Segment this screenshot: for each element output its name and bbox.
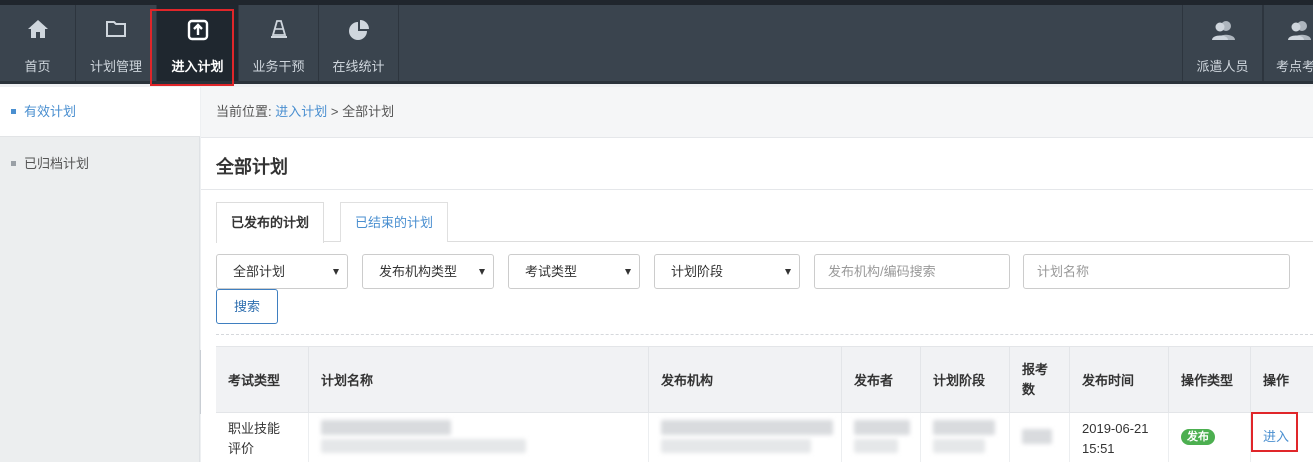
plan-name-input[interactable]: 计划名称 — [1023, 254, 1290, 289]
redacted-text — [1022, 429, 1052, 444]
sidebar-item-archived-plans[interactable]: 已归档计划 — [0, 139, 200, 189]
plan-stage-cell — [920, 413, 1009, 462]
caret-down-icon — [479, 269, 485, 275]
select-value: 考试类型 — [525, 264, 578, 279]
select-value: 发布机构类型 — [379, 264, 458, 279]
nav-item-plan-management[interactable]: 计划管理 — [76, 5, 157, 81]
sidebar: 有效计划 已归档计划 — [0, 87, 200, 462]
breadcrumb-prefix: 当前位置: — [216, 104, 272, 119]
page-title: 全部计划 — [216, 157, 288, 177]
redacted-text — [854, 420, 910, 435]
tab-ended-plans[interactable]: 已结束的计划 — [340, 202, 449, 242]
nav-item-label: 考点考 — [1276, 59, 1313, 74]
tab-published-plans[interactable]: 已发布的计划 — [216, 202, 325, 243]
column-header: 发布时间 — [1069, 347, 1168, 412]
column-header: 报考数 — [1009, 347, 1069, 412]
column-header: 发布机构 — [648, 347, 841, 412]
nav-item-label: 派遣人员 — [1196, 59, 1249, 74]
caret-down-icon — [333, 269, 339, 275]
nav-item-online-statistics[interactable]: 在线统计 — [319, 5, 399, 81]
cone-icon — [239, 19, 318, 41]
column-header: 操作 — [1250, 347, 1313, 412]
redacted-text — [933, 439, 985, 453]
highlight-box — [1251, 412, 1298, 452]
breadcrumb: 当前位置: 进入计划 > 全部计划 — [201, 87, 1313, 138]
redacted-text — [854, 439, 898, 453]
nav-item-label: 在线统计 — [332, 59, 385, 74]
plan-name-cell — [308, 413, 648, 462]
nav-item-business-intervention[interactable]: 业务干预 — [239, 5, 319, 81]
breadcrumb-separator: > — [330, 104, 339, 119]
org-search-input[interactable]: 发布机构/编码搜索 — [814, 254, 1010, 289]
column-header: 计划阶段 — [920, 347, 1009, 412]
redacted-text — [661, 420, 833, 435]
caret-down-icon — [625, 269, 631, 275]
breadcrumb-link[interactable]: 进入计划 — [275, 104, 327, 119]
exam-type-value: 职业技能评价 — [228, 421, 281, 456]
home-icon — [0, 19, 75, 41]
users-icon — [1183, 19, 1262, 41]
nav-item-label: 计划管理 — [89, 59, 142, 74]
plan-scope-select[interactable]: 全部计划 — [216, 254, 348, 289]
plan-stage-select[interactable]: 计划阶段 — [654, 254, 800, 289]
table-row: 职业技能评价 2019-06-21 15:51 发布 进入 — [216, 413, 1313, 462]
nav-item-home[interactable]: 首页 — [0, 5, 76, 81]
nav-item-label: 首页 — [24, 59, 51, 74]
publisher-cell — [841, 413, 920, 462]
exam-type-select[interactable]: 考试类型 — [508, 254, 640, 289]
org-cell — [648, 413, 841, 462]
folder-icon — [76, 19, 156, 41]
pie-chart-icon — [319, 19, 398, 41]
column-header-label: 报考数 — [1022, 361, 1049, 397]
table-header: 考试类型 计划名称 发布机构 发布者 计划阶段 报考数 发布时间 操作类型 操作 — [216, 346, 1313, 413]
sidebar-item-label: 已归档计划 — [24, 156, 90, 171]
dashed-divider — [216, 334, 1313, 335]
select-value: 全部计划 — [233, 264, 286, 279]
op-type-cell: 发布 — [1168, 413, 1250, 462]
redacted-text — [321, 439, 526, 453]
bullet-icon — [11, 161, 16, 166]
sidebar-item-label: 有效计划 — [24, 104, 77, 119]
breadcrumb-current: 全部计划 — [342, 104, 395, 119]
redacted-text — [661, 439, 811, 453]
publish-time-cell: 2019-06-21 15:51 — [1069, 413, 1168, 462]
caret-down-icon — [785, 269, 791, 275]
bullet-icon — [11, 109, 16, 114]
divider — [201, 189, 1313, 190]
publish-date: 2019-06-21 — [1082, 421, 1149, 436]
select-value: 计划阶段 — [671, 264, 724, 279]
column-header: 考试类型 — [228, 373, 281, 388]
highlight-box — [150, 9, 234, 86]
users-icon — [1264, 19, 1313, 41]
nav-item-exam-site[interactable]: 考点考 — [1263, 5, 1313, 81]
nav-item-label: 业务干预 — [252, 59, 305, 74]
column-header: 计划名称 — [308, 347, 648, 412]
org-type-select[interactable]: 发布机构类型 — [362, 254, 494, 289]
redacted-text — [321, 420, 451, 435]
nav-item-dispatch-personnel[interactable]: 派遣人员 — [1182, 5, 1263, 81]
column-header: 发布者 — [841, 347, 920, 412]
redacted-text — [933, 420, 995, 435]
applicant-count-cell — [1009, 413, 1069, 462]
sidebar-item-valid-plans[interactable]: 有效计划 — [0, 87, 200, 137]
main-content: 当前位置: 进入计划 > 全部计划 全部计划 已发布的计划 已结束的计划 全部计… — [201, 87, 1313, 462]
column-header: 操作类型 — [1168, 347, 1250, 412]
publish-clock: 15:51 — [1082, 441, 1115, 456]
exam-type-cell: 职业技能评价 — [216, 413, 308, 462]
search-button[interactable]: 搜索 — [216, 289, 278, 324]
status-badge: 发布 — [1181, 429, 1215, 445]
